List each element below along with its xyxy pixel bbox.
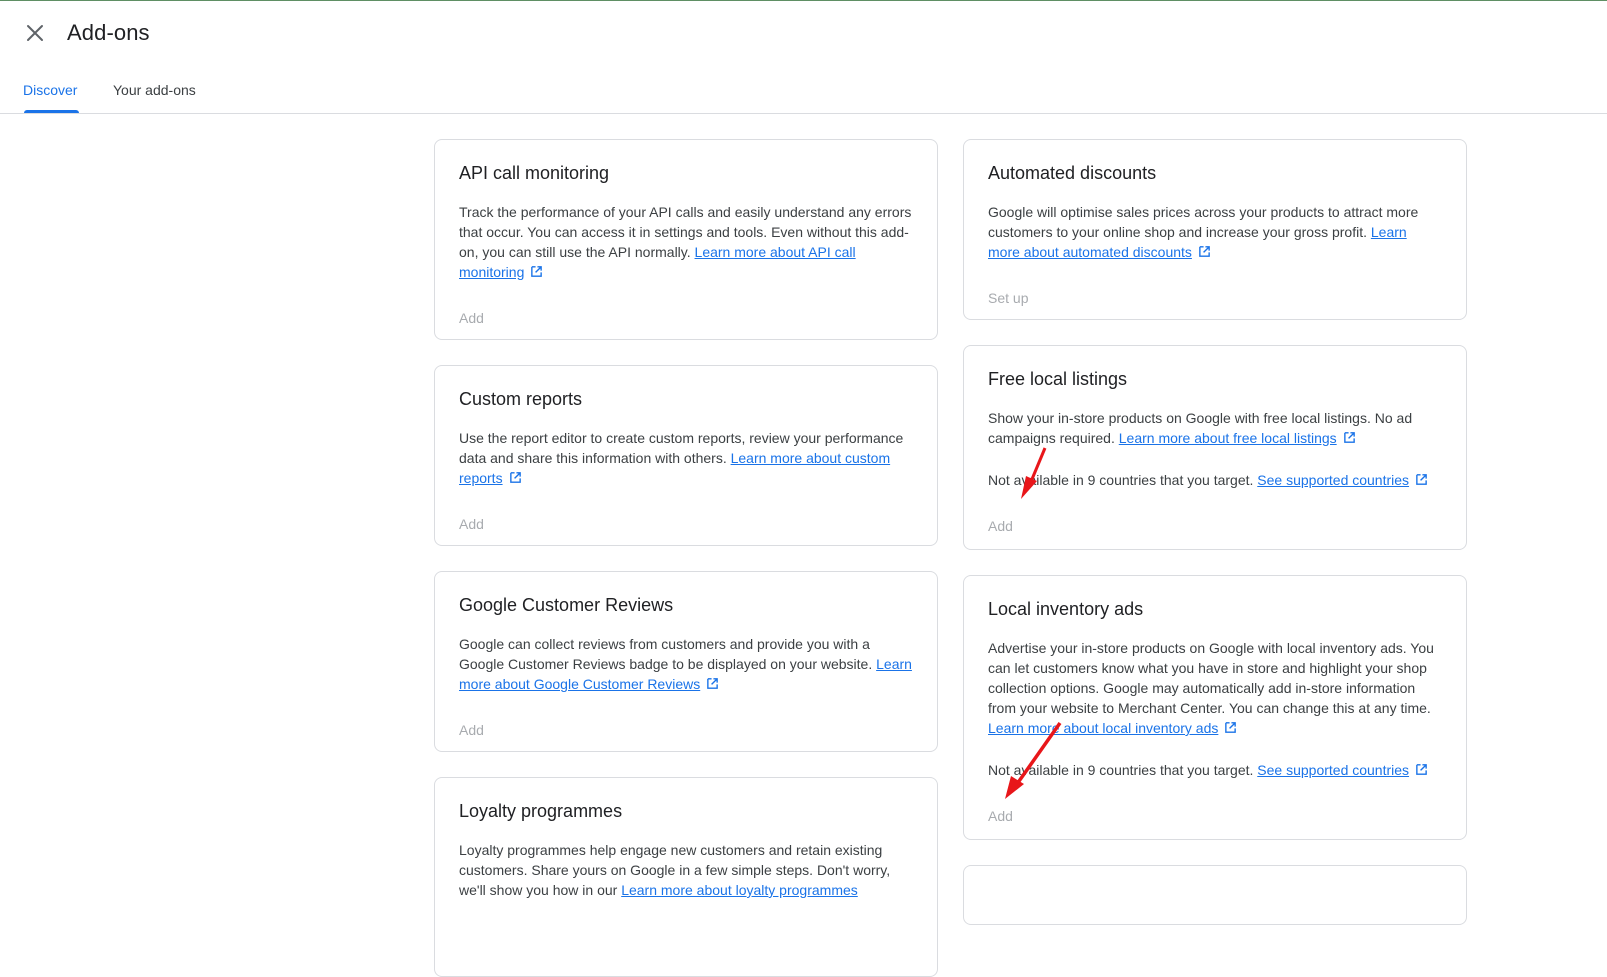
- tab-discover[interactable]: Discover: [23, 82, 77, 98]
- close-button[interactable]: [20, 18, 50, 48]
- addon-card-local-inventory-ads: Local inventory ads Advertise your in-st…: [963, 575, 1467, 840]
- card-title: Loyalty programmes: [459, 801, 623, 821]
- card-description: Track the performance of your API calls …: [459, 202, 913, 282]
- card-title: Google Customer Reviews: [459, 595, 674, 615]
- see-supported-countries-text: See supported countries: [1257, 472, 1410, 488]
- card-title: Custom reports: [459, 389, 583, 409]
- card-description-text: Google will optimise sales prices across…: [988, 204, 1419, 240]
- card-description-text: Google can collect reviews from customer…: [459, 636, 877, 672]
- learn-more-link-text: Learn more about local inventory ads: [988, 720, 1219, 736]
- availability-note: Not available in 9 countries that you ta…: [988, 760, 1442, 780]
- tab-your-add-ons[interactable]: Your add-ons: [113, 82, 196, 98]
- card-description: Google can collect reviews from customer…: [459, 634, 913, 694]
- external-link-icon: [1416, 764, 1427, 775]
- learn-more-link-text: Learn more about loyalty programmes: [621, 882, 858, 898]
- see-supported-countries-text: See supported countries: [1257, 762, 1410, 778]
- card-description-text: Advertise your in-store products on Goog…: [988, 640, 1434, 716]
- external-link-icon: [707, 678, 719, 689]
- card-title: Automated discounts: [988, 163, 1157, 183]
- add-button[interactable]: Add: [988, 808, 1013, 824]
- see-supported-countries-link[interactable]: See supported countries: [1257, 472, 1428, 488]
- set-up-button[interactable]: Set up: [988, 290, 1028, 306]
- card-description: Show your in-store products on Google wi…: [988, 408, 1442, 448]
- availability-note: Not available in 9 countries that you ta…: [988, 470, 1442, 490]
- card-description: Advertise your in-store products on Goog…: [988, 638, 1442, 738]
- external-link-icon: [509, 472, 521, 483]
- addon-card-automated-discounts: Automated discounts Google will optimise…: [963, 139, 1467, 320]
- addon-card-google-customer-reviews: Google Customer Reviews Google can colle…: [434, 571, 938, 752]
- availability-note-text: Not available in 9 countries that you ta…: [988, 472, 1258, 488]
- external-link-icon: [1416, 474, 1427, 485]
- add-button[interactable]: Add: [459, 722, 484, 738]
- addon-card-api-call-monitoring: API call monitoring Track the performanc…: [434, 139, 938, 340]
- card-title: Free local listings: [988, 369, 1128, 389]
- addon-card-custom-reports: Custom reports Use the report editor to …: [434, 365, 938, 546]
- availability-note-text: Not available in 9 countries that you ta…: [988, 762, 1258, 778]
- page-header: Add-ons: [0, 0, 1607, 66]
- page-title: Add-ons: [67, 20, 150, 45]
- tab-bar: Discover Your add-ons: [0, 66, 1607, 114]
- addon-card-loyalty-programmes: Loyalty programmes Loyalty programmes he…: [434, 777, 938, 977]
- add-button[interactable]: Add: [459, 516, 484, 532]
- see-supported-countries-link[interactable]: See supported countries: [1257, 762, 1428, 778]
- active-tab-indicator: [24, 110, 79, 113]
- external-link-icon: [1225, 722, 1237, 733]
- external-link-icon: [531, 266, 543, 277]
- card-title: API call monitoring: [459, 163, 610, 183]
- card-description: Google will optimise sales prices across…: [988, 202, 1442, 262]
- learn-more-link-text: Learn more about free local listings: [1118, 430, 1337, 446]
- add-button[interactable]: Add: [988, 518, 1013, 534]
- addon-card-partial: [963, 865, 1467, 925]
- card-title: Local inventory ads: [988, 599, 1144, 619]
- learn-more-link[interactable]: Learn more about loyalty programmes: [621, 882, 858, 898]
- external-link-icon: [1199, 246, 1210, 257]
- addon-card-free-local-listings: Free local listings Show your in-store p…: [963, 345, 1467, 550]
- add-button[interactable]: Add: [459, 310, 484, 326]
- learn-more-link[interactable]: Learn more about local inventory ads: [988, 720, 1237, 736]
- learn-more-link[interactable]: Learn more about free local listings: [1119, 430, 1356, 446]
- close-icon: [27, 25, 43, 41]
- external-link-icon: [1343, 432, 1355, 443]
- card-description: Use the report editor to create custom r…: [459, 428, 913, 488]
- card-description: Loyalty programmes help engage new custo…: [459, 840, 913, 900]
